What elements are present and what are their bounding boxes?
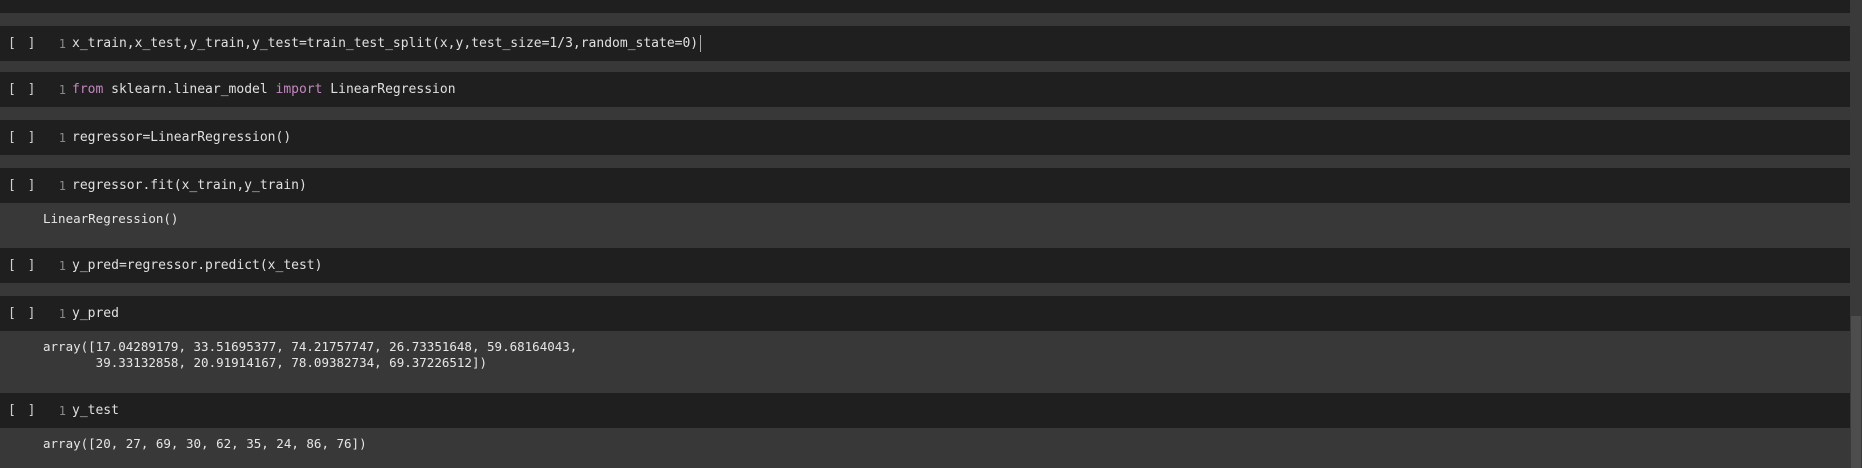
code-text[interactable]: y_pred=regressor.predict(x_test): [72, 258, 322, 273]
cell-input[interactable]: [ ] 1 regressor.fit(x_train,y_train): [0, 168, 1850, 203]
line-number: 1: [58, 178, 66, 193]
cell-input[interactable]: [ ] 1 y_pred=regressor.predict(x_test): [0, 248, 1850, 283]
scrollbar[interactable]: [1850, 0, 1862, 468]
cell-input[interactable]: [ ] 1 x_train,x_test,y_train,y_test=trai…: [0, 26, 1850, 61]
code-text[interactable]: regressor=LinearRegression(): [72, 130, 291, 145]
cell-input[interactable]: [ ] 1 y_pred: [0, 296, 1850, 331]
run-cell-button[interactable]: [ ]: [0, 178, 40, 193]
run-cell-button[interactable]: [ ]: [0, 36, 40, 51]
run-cell-button[interactable]: [ ]: [0, 130, 40, 145]
scrollbar-thumb[interactable]: [1851, 316, 1861, 468]
import-name: LinearRegression: [322, 82, 456, 97]
run-cell-button[interactable]: [ ]: [0, 403, 40, 418]
code-text[interactable]: from sklearn.linear_model import LinearR…: [72, 82, 456, 97]
previous-cell-edge[interactable]: [0, 0, 1850, 13]
line-number: 1: [58, 306, 66, 321]
run-cell-button[interactable]: [ ]: [0, 306, 40, 321]
cell-input[interactable]: [ ] 1 from sklearn.linear_model import L…: [0, 72, 1850, 107]
code-text[interactable]: x_train,x_test,y_train,y_test=train_test…: [72, 36, 698, 51]
run-cell-button[interactable]: [ ]: [0, 258, 40, 273]
run-cell-button[interactable]: [ ]: [0, 82, 40, 97]
notebook-page: [ ] 1 x_train,x_test,y_train,y_test=trai…: [0, 0, 1862, 468]
cell-output: array([20, 27, 69, 30, 62, 35, 24, 86, 7…: [43, 436, 367, 451]
module-path: sklearn.linear_model: [103, 82, 276, 97]
line-number: 1: [58, 36, 66, 51]
line-number: 1: [58, 82, 66, 97]
line-number: 1: [58, 403, 66, 418]
code-text[interactable]: regressor.fit(x_train,y_train): [72, 178, 307, 193]
line-number: 1: [58, 258, 66, 273]
code-text[interactable]: y_pred: [72, 306, 119, 321]
keyword-from: from: [72, 82, 104, 97]
text-cursor: [700, 35, 702, 52]
keyword-import: import: [275, 82, 323, 97]
code-text[interactable]: y_test: [72, 403, 119, 418]
cell-input[interactable]: [ ] 1 regressor=LinearRegression(): [0, 120, 1850, 155]
line-number: 1: [58, 130, 66, 145]
cell-output: array([17.04289179, 33.51695377, 74.2175…: [43, 339, 578, 370]
cell-output: LinearRegression(): [43, 211, 179, 226]
cell-input[interactable]: [ ] 1 y_test: [0, 393, 1850, 428]
